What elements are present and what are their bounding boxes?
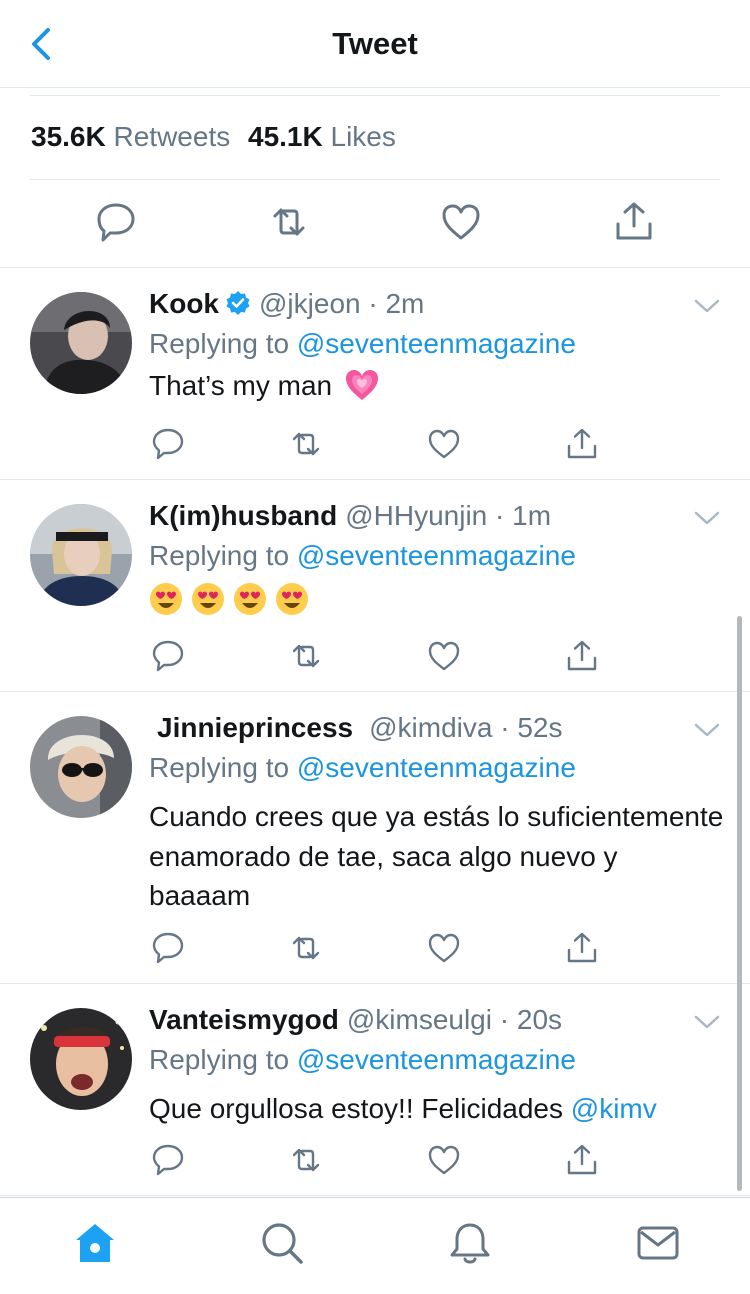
avatar[interactable] bbox=[30, 1008, 132, 1110]
heart-eyes-emoji-icon bbox=[150, 583, 182, 615]
display-name[interactable]: Jinnieprincess bbox=[157, 712, 353, 743]
share-icon[interactable] bbox=[565, 639, 599, 673]
replying-to-line: Replying to @seventeenmagazine bbox=[149, 1044, 576, 1076]
tweet-text: Que orgullosa estoy!! Felicidades @kimv bbox=[149, 1089, 719, 1129]
top-nav-bar: Tweet bbox=[0, 0, 750, 88]
timestamp: 2m bbox=[385, 288, 425, 319]
growing-heart-emoji-icon bbox=[345, 370, 378, 400]
display-name[interactable]: K(im)husband bbox=[149, 500, 337, 531]
mention-link[interactable]: @seventeenmagazine bbox=[297, 1044, 576, 1075]
reply-tweet[interactable]: Vanteismygod @kimseulgi · 20s Replying to… bbox=[0, 984, 750, 1196]
reply-action-bar bbox=[0, 1143, 750, 1177]
likes-label[interactable]: Likes bbox=[331, 121, 396, 152]
tweet-text bbox=[149, 582, 719, 622]
dot-separator: · bbox=[492, 712, 518, 743]
verified-badge-icon bbox=[226, 291, 250, 315]
mention-link[interactable]: @seventeenmagazine bbox=[297, 752, 576, 783]
retweet-icon[interactable] bbox=[267, 200, 311, 244]
reply-header: K(im)husband @HHyunjin · 1m bbox=[149, 500, 551, 532]
retweet-icon[interactable] bbox=[289, 1143, 323, 1177]
mention-link[interactable]: @seventeenmagazine bbox=[297, 328, 576, 359]
replying-to-prefix: Replying to bbox=[149, 1044, 290, 1075]
display-name[interactable]: Kook bbox=[149, 288, 219, 319]
replying-to-line: Replying to @seventeenmagazine bbox=[149, 328, 576, 360]
mention-link[interactable]: @seventeenmagazine bbox=[297, 540, 576, 571]
reply-header: Kook @jkjeon · 2m bbox=[149, 288, 424, 320]
divider bbox=[30, 179, 720, 180]
reply-tweet[interactable]: Kook @jkjeon · 2m Replying to @seventeenm… bbox=[0, 268, 750, 480]
replying-to-prefix: Replying to bbox=[149, 540, 290, 571]
user-handle[interactable]: @jkjeon bbox=[259, 288, 361, 319]
user-handle[interactable]: @HHyunjin bbox=[345, 500, 487, 531]
heart-eyes-emoji-icon bbox=[276, 583, 308, 615]
reply-icon[interactable] bbox=[151, 427, 185, 461]
reply-action-bar bbox=[0, 639, 750, 673]
timestamp: 1m bbox=[512, 500, 552, 531]
reply-header: Vanteismygod @kimseulgi · 20s bbox=[149, 1004, 562, 1036]
avatar[interactable] bbox=[30, 504, 132, 606]
share-icon[interactable] bbox=[612, 200, 656, 244]
retweet-icon[interactable] bbox=[289, 931, 323, 965]
share-icon[interactable] bbox=[565, 931, 599, 965]
replying-to-line: Replying to @seventeenmagazine bbox=[149, 540, 576, 572]
retweet-icon[interactable] bbox=[289, 427, 323, 461]
reply-header: Jinnieprincess @kimdiva · 52s bbox=[157, 712, 562, 744]
home-icon[interactable] bbox=[72, 1220, 118, 1266]
retweet-icon[interactable] bbox=[289, 639, 323, 673]
heart-eyes-emoji-icon bbox=[234, 583, 266, 615]
reply-icon[interactable] bbox=[151, 1143, 185, 1177]
like-heart-icon[interactable] bbox=[427, 931, 461, 965]
search-icon[interactable] bbox=[259, 1220, 305, 1266]
reply-icon[interactable] bbox=[151, 639, 185, 673]
reply-icon[interactable] bbox=[151, 931, 185, 965]
reply-tweet[interactable]: Jinnieprincess @kimdiva · 52s Replying to… bbox=[0, 692, 750, 984]
tweet-action-bar bbox=[0, 200, 750, 248]
tweet-text: That’s my man bbox=[149, 366, 719, 406]
reply-tweet[interactable]: K(im)husband @HHyunjin · 1m Replying to @… bbox=[0, 480, 750, 692]
chevron-down-icon[interactable] bbox=[694, 1014, 720, 1030]
dot-separator: · bbox=[491, 1004, 517, 1035]
chevron-down-icon[interactable] bbox=[694, 722, 720, 738]
like-heart-icon[interactable] bbox=[427, 1143, 461, 1177]
bottom-tab-bar bbox=[0, 1197, 750, 1294]
tweet-text-content: Que orgullosa estoy!! Felicidades bbox=[149, 1093, 563, 1124]
share-icon[interactable] bbox=[565, 427, 599, 461]
avatar[interactable] bbox=[30, 292, 132, 394]
reply-action-bar bbox=[0, 931, 750, 965]
retweets-label[interactable]: Retweets bbox=[114, 121, 231, 152]
timestamp: 52s bbox=[517, 712, 563, 743]
dot-separator: · bbox=[487, 500, 513, 531]
replying-to-line: Replying to @seventeenmagazine bbox=[149, 752, 576, 784]
scrollbar[interactable] bbox=[737, 616, 742, 1191]
replying-to-prefix: Replying to bbox=[149, 328, 290, 359]
page-title: Tweet bbox=[332, 26, 418, 61]
retweets-count[interactable]: 35.6K bbox=[31, 121, 106, 152]
mention-link[interactable]: @kimv bbox=[571, 1093, 657, 1124]
chevron-down-icon[interactable] bbox=[694, 298, 720, 314]
like-heart-icon[interactable] bbox=[439, 200, 483, 244]
timestamp: 20s bbox=[516, 1004, 563, 1035]
display-name[interactable]: Vanteismygod bbox=[149, 1004, 339, 1035]
tweet-stats: 35.6K Retweets 45.1K Likes bbox=[31, 121, 406, 153]
replying-to-prefix: Replying to bbox=[149, 752, 290, 783]
reply-icon[interactable] bbox=[94, 200, 138, 244]
messages-icon[interactable] bbox=[635, 1220, 681, 1266]
dot-separator: · bbox=[360, 288, 386, 319]
like-heart-icon[interactable] bbox=[427, 639, 461, 673]
notifications-icon[interactable] bbox=[447, 1220, 493, 1266]
user-handle[interactable]: @kimdiva bbox=[369, 712, 492, 743]
reply-action-bar bbox=[0, 427, 750, 461]
tweet-text: Cuando crees que ya estás lo suficientem… bbox=[149, 801, 724, 911]
avatar[interactable] bbox=[30, 716, 132, 818]
likes-count[interactable]: 45.1K bbox=[248, 121, 323, 152]
share-icon[interactable] bbox=[565, 1143, 599, 1177]
tweet-text-content: That’s my man bbox=[149, 370, 333, 401]
user-handle[interactable]: @kimseulgi bbox=[347, 1004, 492, 1035]
divider bbox=[30, 95, 720, 96]
chevron-down-icon[interactable] bbox=[694, 510, 720, 526]
like-heart-icon[interactable] bbox=[427, 427, 461, 461]
heart-eyes-emoji-icon bbox=[192, 583, 224, 615]
